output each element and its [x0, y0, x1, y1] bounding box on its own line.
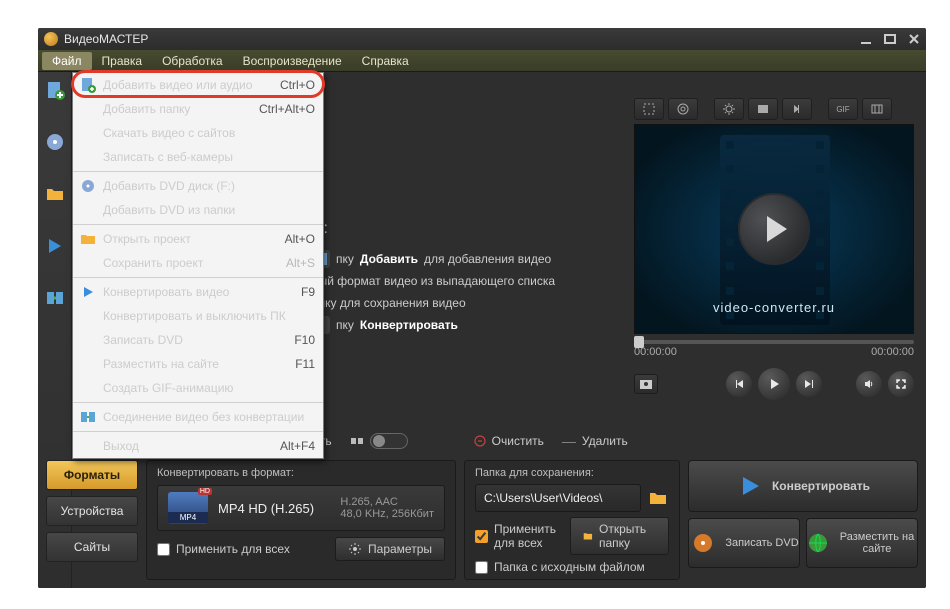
app-window: ВидеоМАСТЕР Файл Правка Обработка Воспро… — [38, 28, 926, 588]
tab-sites[interactable]: Сайты — [46, 532, 138, 562]
maximize-icon[interactable] — [884, 33, 896, 45]
brightness-tool-icon[interactable] — [714, 98, 744, 120]
menu-item[interactable]: Конвертировать и выключить ПК — [73, 304, 323, 328]
prev-button[interactable] — [726, 371, 752, 397]
tab-devices[interactable]: Устройства — [46, 496, 138, 526]
menu-item[interactable]: Добавить папкуCtrl+Alt+O — [73, 97, 323, 121]
menu-item[interactable]: ВыходAlt+F4 — [73, 434, 323, 458]
menu-process[interactable]: Обработка — [152, 52, 233, 70]
params-button[interactable]: Параметры — [335, 537, 445, 561]
speed-tool-icon[interactable] — [782, 98, 812, 120]
tab-formats[interactable]: Форматы — [46, 460, 138, 490]
preview-brand: video-converter.ru — [635, 300, 913, 315]
open-project-icon[interactable] — [43, 182, 67, 206]
menu-item[interactable]: Записать с веб-камеры — [73, 145, 323, 169]
minimize-icon[interactable] — [860, 33, 872, 45]
folder-apply-all[interactable]: Применить для всех — [475, 522, 570, 550]
menu-item[interactable]: Добавить DVD диск (F:) — [73, 174, 323, 198]
time-duration: 00:00:00 — [871, 346, 914, 358]
open-folder-button[interactable]: Открыть папку — [570, 517, 669, 555]
format-codec: H.265, AAC — [340, 496, 434, 508]
format-name: MP4 HD (H.265) — [218, 501, 314, 516]
format-select[interactable]: MP4 HD (H.265) H.265, AAC 48,0 KHz, 256К… — [157, 485, 445, 531]
format-apply-all[interactable]: Применить для всех — [157, 542, 290, 556]
menu-item[interactable]: Записать DVDF10 — [73, 328, 323, 352]
menu-playback[interactable]: Воспроизведение — [233, 52, 352, 70]
crop-tool-icon[interactable] — [634, 98, 664, 120]
menu-item[interactable]: Добавить видео или аудиоCtrl+O — [73, 73, 323, 97]
menu-item[interactable]: Добавить DVD из папки — [73, 198, 323, 222]
join-icon[interactable] — [43, 286, 67, 310]
convert-action-icon — [736, 472, 764, 500]
menu-item: Сохранить проектAlt+S — [73, 251, 323, 275]
snapshot-button[interactable] — [634, 374, 658, 394]
app-title: ВидеоМАСТЕР — [64, 32, 860, 46]
preview-screen: video-converter.ru — [634, 124, 914, 334]
dvd-action-icon — [689, 529, 717, 557]
list-toolbar: зать Очистить —Удалить — [288, 433, 628, 449]
instructions: ы: пку Добавить для добавления видео ный… — [312, 218, 555, 336]
menu-item[interactable]: Соединение видео без конвертации — [73, 405, 323, 429]
menu-edit[interactable]: Правка — [92, 52, 153, 70]
menu-item[interactable]: Скачать видео с сайтов — [73, 121, 323, 145]
menu-file[interactable]: Файл — [42, 52, 92, 70]
preview-play-icon — [738, 193, 810, 265]
file-dropdown: Добавить видео или аудиоCtrl+OДобавить п… — [72, 72, 324, 459]
titlebar: ВидеоМАСТЕР — [38, 28, 926, 50]
bottom-panel: Форматы Устройства Сайты Конвертировать … — [46, 460, 918, 580]
folder-header: Папка для сохранения: — [475, 467, 669, 479]
actions-panel: Конвертировать Записать DVD Разместить н… — [688, 460, 918, 580]
mp4-icon — [168, 492, 208, 524]
delete-button[interactable]: —Удалить — [562, 433, 628, 449]
convert-button[interactable]: Конвертировать — [688, 460, 918, 512]
format-bitrate: 48,0 KHz, 256Кбит — [340, 508, 434, 520]
menu-help[interactable]: Справка — [352, 52, 419, 70]
publish-button[interactable]: Разместить на сайте — [806, 518, 918, 568]
clear-button[interactable]: Очистить — [474, 434, 544, 448]
format-card: Конвертировать в формат: MP4 HD (H.265) … — [146, 460, 456, 580]
menu-item: Создать GIF-анимацию — [73, 376, 323, 400]
instr-head: ы: — [312, 218, 555, 240]
menu-item[interactable]: Разместить на сайтеF11 — [73, 352, 323, 376]
add-dvd-icon[interactable] — [43, 130, 67, 154]
join-toggle[interactable] — [350, 433, 408, 449]
app-logo-icon — [44, 32, 58, 46]
menubar: Файл Правка Обработка Воспроизведение Сп… — [38, 50, 926, 72]
play-button[interactable] — [758, 368, 790, 400]
effects-tool-icon[interactable] — [748, 98, 778, 120]
browse-folder-icon[interactable] — [647, 489, 669, 507]
add-file-icon[interactable] — [43, 78, 67, 102]
folder-card: Папка для сохранения: C:\Users\User\Vide… — [464, 460, 680, 580]
save-path[interactable]: C:\Users\User\Videos\ — [475, 484, 641, 512]
gif-tool-icon[interactable]: GIF — [828, 98, 858, 120]
globe-action-icon — [807, 529, 829, 557]
menu-item[interactable]: Открыть проектAlt+O — [73, 227, 323, 251]
convert-icon[interactable] — [43, 234, 67, 258]
screenshot-tool-icon[interactable] — [862, 98, 892, 120]
burn-dvd-button[interactable]: Записать DVD — [688, 518, 800, 568]
preview-seekbar[interactable] — [634, 340, 914, 344]
volume-button[interactable] — [856, 371, 882, 397]
close-icon[interactable] — [908, 33, 920, 45]
format-header: Конвертировать в формат: — [157, 467, 445, 479]
next-button[interactable] — [796, 371, 822, 397]
fullscreen-button[interactable] — [888, 371, 914, 397]
target-tool-icon[interactable] — [668, 98, 698, 120]
preview-panel: GIF video-converter.ru 00:00:00 00:00:00 — [634, 98, 914, 378]
folder-source-check[interactable]: Папка с исходным файлом — [475, 560, 669, 574]
menu-item[interactable]: Конвертировать видеоF9 — [73, 280, 323, 304]
